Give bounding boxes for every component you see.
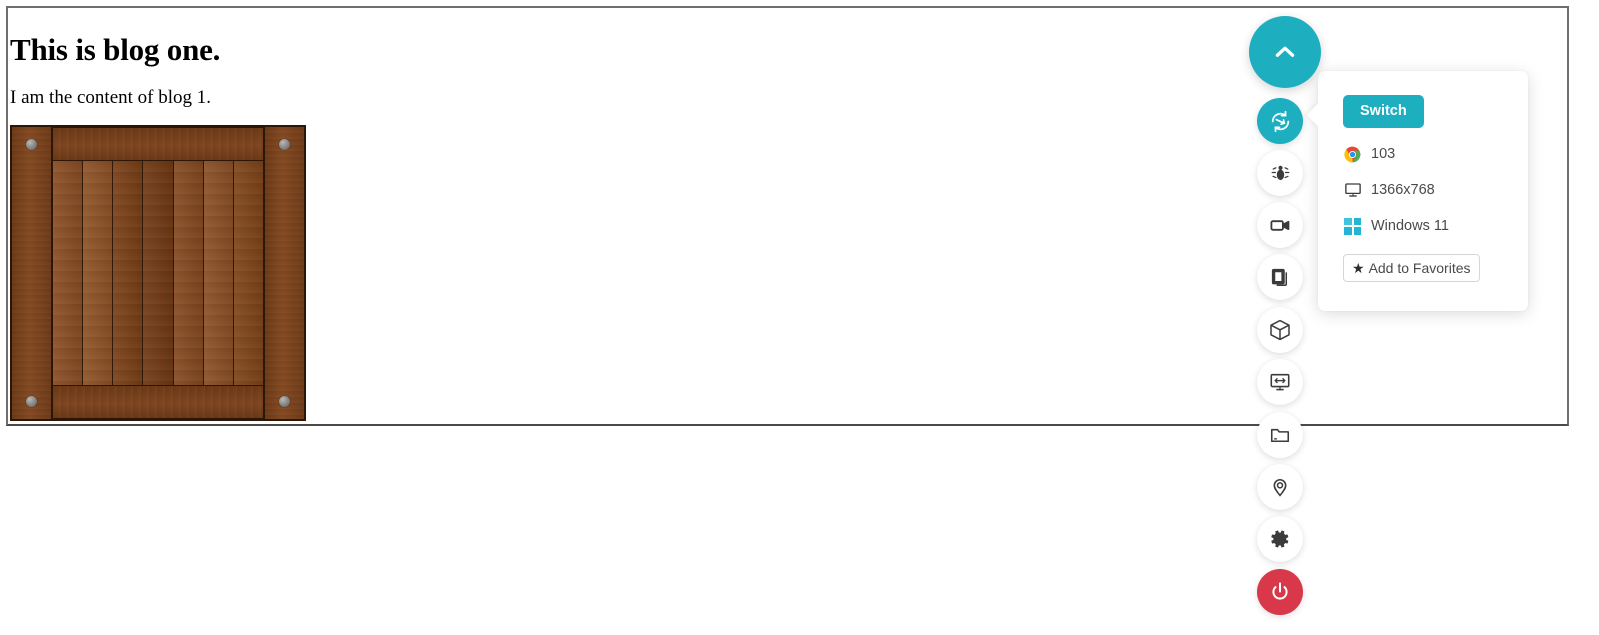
crate-rail-top <box>52 127 264 161</box>
page-body-text: I am the content of blog 1. <box>10 87 212 108</box>
crate-post-right <box>264 127 304 419</box>
switch-button[interactable]: Switch <box>1343 95 1424 128</box>
os-label: Windows 11 <box>1371 217 1449 234</box>
crate-plank <box>203 161 234 385</box>
resolution-label: 1366x768 <box>1371 181 1435 198</box>
settings-button[interactable] <box>1257 516 1303 562</box>
os-info-row: Windows 11 <box>1343 217 1508 236</box>
crate-planks <box>52 161 264 385</box>
crate-plank <box>113 161 144 385</box>
crate-rail-bottom <box>52 385 264 419</box>
crate-screw <box>279 396 290 407</box>
chrome-icon <box>1343 145 1362 164</box>
add-to-favorites-button[interactable]: ★ Add to Favorites <box>1343 253 1480 282</box>
stop-session-button[interactable] <box>1257 569 1303 615</box>
resolution-button[interactable] <box>1257 359 1303 405</box>
crate-plank <box>83 161 114 385</box>
crate-plank <box>53 161 84 385</box>
bug-report-button[interactable] <box>1257 150 1303 196</box>
chevron-up-icon <box>1272 39 1298 65</box>
file-manager-button[interactable] <box>1257 412 1303 458</box>
bug-icon <box>1270 163 1291 184</box>
crate-screw <box>26 139 37 150</box>
browser-info-row: 103 <box>1343 145 1508 164</box>
wooden-crate-image <box>10 125 306 421</box>
crate-screw <box>26 396 37 407</box>
switch-icon <box>1268 109 1293 134</box>
screen-root: This is blog one. I am the content of bl… <box>0 0 1600 635</box>
collapse-toggle-button[interactable] <box>1249 16 1321 88</box>
monitor-icon <box>1343 181 1362 200</box>
crate-post-left <box>12 127 52 419</box>
windows-icon <box>1343 217 1362 236</box>
crate-plank <box>173 161 204 385</box>
geolocation-button[interactable] <box>1257 464 1303 510</box>
browser-version-label: 103 <box>1371 145 1396 162</box>
crate-plank <box>233 161 263 385</box>
monitor-resize-icon <box>1269 371 1291 393</box>
screenshots-button[interactable] <box>1257 254 1303 300</box>
folder-icon <box>1269 424 1291 446</box>
gear-icon <box>1269 528 1291 550</box>
floating-toolbar <box>1249 16 1339 626</box>
resolution-info-row: 1366x768 <box>1343 181 1508 200</box>
page-title: This is blog one. <box>10 32 221 67</box>
copy-stack-icon <box>1270 267 1291 288</box>
cube-icon <box>1268 318 1292 342</box>
location-pin-icon <box>1269 476 1291 498</box>
video-camera-icon <box>1269 214 1292 237</box>
local-testing-button[interactable] <box>1257 307 1303 353</box>
star-icon: ★ <box>1352 259 1365 276</box>
record-video-button[interactable] <box>1257 202 1303 248</box>
crate-plank <box>143 161 174 385</box>
crate-graphic <box>10 125 306 421</box>
switch-device-button[interactable] <box>1257 98 1303 144</box>
crate-screw <box>279 139 290 150</box>
device-info-panel: Switch 103 1366x768 Windows 11 ★ Add to … <box>1318 71 1528 311</box>
power-icon <box>1269 581 1291 603</box>
add-to-favorites-label: Add to Favorites <box>1368 259 1471 276</box>
